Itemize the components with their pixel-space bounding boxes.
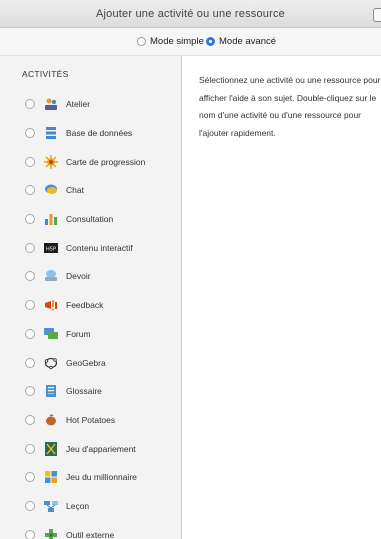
assignment-icon bbox=[44, 269, 58, 283]
activity-radio[interactable] bbox=[25, 271, 35, 282]
activity-item-carte-de-progression[interactable]: Carte de progression bbox=[0, 147, 181, 176]
activity-label: Jeu du millionnaire bbox=[66, 472, 137, 483]
poll-icon bbox=[44, 212, 58, 226]
progress-map-icon bbox=[44, 154, 58, 169]
activity-radio[interactable] bbox=[25, 185, 35, 196]
geogebra-icon bbox=[44, 356, 58, 370]
activity-label: Devoir bbox=[66, 271, 91, 282]
activity-item-lecon[interactable]: Leçon bbox=[0, 492, 181, 521]
dialog-title: Ajouter une activité ou une ressource bbox=[95, 8, 285, 20]
close-button[interactable] bbox=[373, 8, 381, 22]
activity-radio[interactable] bbox=[25, 242, 35, 253]
activity-radio[interactable] bbox=[25, 443, 35, 454]
activity-label: Consultation bbox=[66, 214, 114, 225]
activity-list: Atelier Base de données Carte de progres… bbox=[0, 90, 181, 539]
help-text: Sélectionnez une activité ou une ressour… bbox=[199, 75, 381, 138]
activity-item-jeu-d-appariement[interactable]: Jeu d'appariement bbox=[0, 434, 181, 463]
millionaire-game-icon bbox=[44, 470, 58, 484]
activity-item-devoir[interactable]: Devoir bbox=[0, 262, 181, 291]
activity-radio[interactable] bbox=[25, 529, 35, 539]
activity-item-hot-potatoes[interactable]: Hot Potatoes bbox=[0, 406, 181, 435]
activity-radio[interactable] bbox=[25, 472, 35, 483]
forum-icon bbox=[44, 327, 58, 341]
activity-item-geogebra[interactable]: GeoGebra bbox=[0, 348, 181, 377]
mode-advanced-radio[interactable] bbox=[206, 37, 215, 46]
matching-game-icon bbox=[44, 441, 58, 456]
chat-icon bbox=[44, 183, 58, 197]
activity-item-forum[interactable]: Forum bbox=[0, 320, 181, 349]
activity-label: Atelier bbox=[66, 99, 91, 110]
activity-label: Base de données bbox=[66, 128, 133, 139]
activity-radio[interactable] bbox=[25, 500, 35, 511]
activity-radio[interactable] bbox=[25, 128, 35, 139]
activity-label: Chat bbox=[66, 185, 84, 196]
activity-radio[interactable] bbox=[25, 386, 35, 397]
activity-radio[interactable] bbox=[25, 156, 35, 167]
activity-item-contenu-interactif[interactable]: H5P Contenu interactif bbox=[0, 233, 181, 262]
external-tool-icon bbox=[44, 528, 58, 539]
activity-radio[interactable] bbox=[25, 300, 35, 311]
mode-simple-label: Mode simple bbox=[150, 36, 204, 47]
activity-item-feedback[interactable]: Feedback bbox=[0, 291, 181, 320]
lesson-icon bbox=[44, 499, 58, 513]
mode-advanced-option[interactable]: Mode avancé bbox=[206, 36, 276, 47]
activity-label: Glossaire bbox=[66, 386, 102, 397]
glossary-icon bbox=[44, 384, 58, 398]
dialog-titlebar: Ajouter une activité ou une ressource bbox=[0, 0, 381, 28]
workshop-icon bbox=[44, 97, 58, 111]
activity-radio[interactable] bbox=[25, 357, 35, 368]
mode-simple-radio[interactable] bbox=[137, 37, 146, 46]
hot-potatoes-icon bbox=[44, 413, 58, 427]
activity-sidebar: ACTIVITÉS Atelier Base de données Carte … bbox=[0, 56, 182, 539]
feedback-icon bbox=[44, 298, 58, 312]
activity-label: Outil externe bbox=[66, 529, 115, 539]
h5p-icon: H5P bbox=[44, 241, 58, 255]
activity-label: Contenu interactif bbox=[66, 242, 133, 253]
activity-label: Leçon bbox=[66, 500, 90, 511]
activity-label: Carte de progression bbox=[66, 156, 146, 167]
activities-heading: ACTIVITÉS bbox=[22, 69, 69, 79]
mode-selector: Mode simple Mode avancé bbox=[0, 28, 381, 56]
mode-advanced-label: Mode avancé bbox=[219, 36, 277, 47]
activity-label: Hot Potatoes bbox=[66, 414, 116, 425]
activity-label: Forum bbox=[66, 328, 91, 339]
activity-label: GeoGebra bbox=[66, 357, 106, 368]
mode-simple-option[interactable]: Mode simple bbox=[137, 36, 204, 47]
database-icon bbox=[44, 126, 58, 140]
activity-item-outil-externe[interactable]: Outil externe bbox=[0, 520, 181, 539]
activity-label: Jeu d'appariement bbox=[66, 443, 136, 454]
svg-text:H5P: H5P bbox=[46, 246, 56, 252]
activity-item-chat[interactable]: Chat bbox=[0, 176, 181, 205]
activity-radio[interactable] bbox=[25, 99, 35, 110]
activity-radio[interactable] bbox=[25, 328, 35, 339]
activity-item-glossaire[interactable]: Glossaire bbox=[0, 377, 181, 406]
activity-radio[interactable] bbox=[25, 214, 35, 225]
activity-item-atelier[interactable]: Atelier bbox=[0, 90, 181, 119]
activity-radio[interactable] bbox=[25, 414, 35, 425]
activity-item-base-de-donnees[interactable]: Base de données bbox=[0, 119, 181, 148]
activity-item-jeu-du-millionnaire[interactable]: Jeu du millionnaire bbox=[0, 463, 181, 492]
activity-item-consultation[interactable]: Consultation bbox=[0, 205, 181, 234]
activity-label: Feedback bbox=[66, 300, 104, 311]
